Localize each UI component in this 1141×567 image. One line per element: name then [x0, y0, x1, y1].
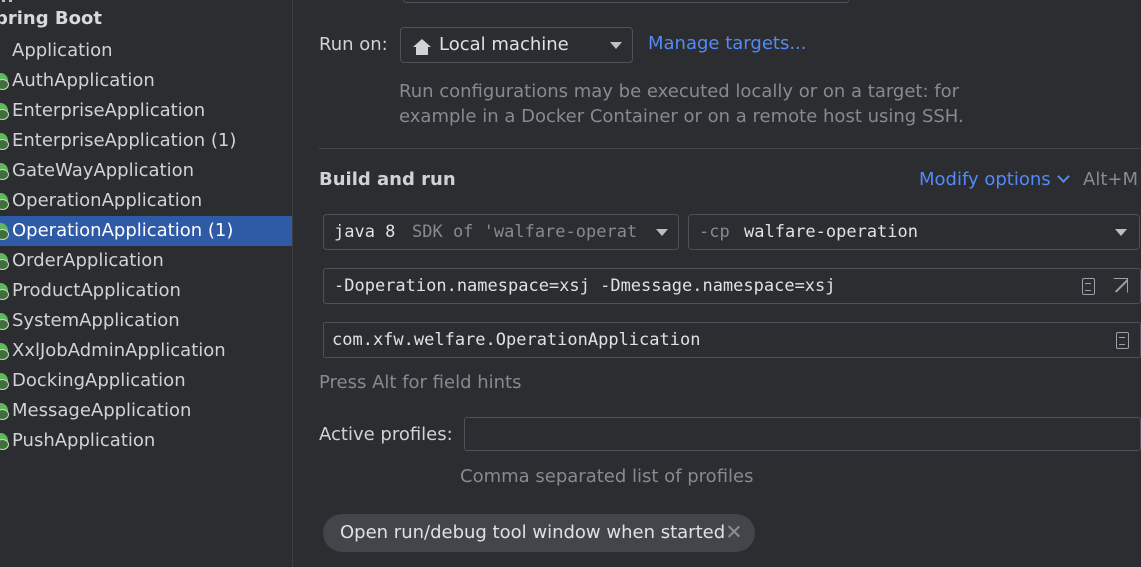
document-icon[interactable] — [1082, 278, 1095, 295]
tree-item-enterprise-application-1[interactable]: EnterpriseApplication (1) — [0, 126, 292, 156]
tree-item-label: OrderApplication — [12, 250, 164, 271]
main-class-field[interactable]: com.xfw.welfare.OperationApplication — [323, 322, 1141, 358]
spring-boot-icon — [0, 193, 9, 210]
tree-item-label: ProductApplication — [12, 280, 181, 301]
tree-item-label: PushApplication — [12, 430, 156, 451]
spring-boot-icon — [0, 133, 9, 150]
spring-boot-icon — [0, 403, 9, 420]
tree-item-docking-application[interactable]: DockingApplication — [0, 366, 292, 396]
modify-options-shortcut: Alt+M — [1083, 169, 1138, 190]
jdk-select[interactable]: java 8 SDK of 'walfare-operat — [323, 214, 679, 250]
spring-boot-icon — [0, 103, 9, 120]
tree-item-label: Application — [12, 40, 113, 61]
chip-label: Open run/debug tool window when started — [340, 522, 726, 543]
close-icon[interactable] — [727, 524, 741, 538]
spring-boot-icon — [0, 433, 9, 450]
tree-item-enterprise-application[interactable]: EnterpriseApplication — [0, 96, 292, 126]
tree-group-spring-boot[interactable]: pring Boot — [0, 8, 102, 29]
modify-options-label: Modify options — [919, 169, 1051, 190]
jdk-detail: SDK of 'walfare-operat — [412, 222, 638, 242]
document-icon[interactable] — [1116, 332, 1129, 349]
tree-item-product-application[interactable]: ProductApplication — [0, 276, 292, 306]
tree-item-message-application[interactable]: MessageApplication — [0, 396, 292, 426]
run-on-value: Local machine — [439, 34, 569, 55]
spring-boot-icon — [0, 73, 9, 90]
spring-boot-icon — [0, 253, 9, 270]
home-icon — [413, 39, 431, 55]
tree-item-label: AuthApplication — [12, 70, 155, 91]
tree-item-label: GateWayApplication — [12, 160, 195, 181]
run-on-hint-line2: example in a Docker Container or on a re… — [399, 106, 964, 127]
tree-item-application[interactable]: Application — [0, 36, 292, 66]
chevron-down-icon — [1115, 229, 1127, 236]
chevron-down-icon — [656, 229, 668, 236]
run-on-hint-line1: Run configurations may be executed local… — [399, 81, 960, 102]
spring-boot-icon — [0, 283, 9, 300]
build-run-title: Build and run — [319, 169, 456, 190]
tree-node-cut-off — [0, 0, 20, 4]
tree-item-order-application[interactable]: OrderApplication — [0, 246, 292, 276]
tree-item-label: EnterpriseApplication (1) — [12, 130, 237, 151]
run-config-tree: pring Boot Application AuthApplication E… — [0, 0, 293, 567]
chevron-down-icon — [1056, 170, 1070, 183]
tree-item-operation-application[interactable]: OperationApplication — [0, 186, 292, 216]
tree-item-system-application[interactable]: SystemApplication — [0, 306, 292, 336]
open-tool-window-chip[interactable]: Open run/debug tool window when started — [323, 514, 755, 552]
vm-options-value: -Doperation.namespace=xsj -Dmessage.name… — [334, 276, 836, 296]
section-divider — [319, 148, 1141, 149]
main-class-value: com.xfw.welfare.OperationApplication — [332, 330, 701, 350]
active-profiles-label: Active profiles: — [319, 424, 453, 445]
name-field-edge[interactable] — [403, 0, 849, 3]
jdk-version: java 8 — [334, 222, 396, 242]
tree-item-gateway-application[interactable]: GateWayApplication — [0, 156, 292, 186]
field-hints-note: Press Alt for field hints — [319, 372, 522, 393]
expand-icon[interactable] — [1112, 277, 1130, 295]
spring-boot-icon — [0, 343, 9, 360]
tree-item-label: OperationApplication — [12, 190, 203, 211]
tree-item-xxljob-admin-application[interactable]: XxlJobAdminApplication — [0, 336, 292, 366]
tree-item-operation-application-1[interactable]: OperationApplication (1) — [0, 216, 292, 246]
tree-item-auth-application[interactable]: AuthApplication — [0, 66, 292, 96]
classpath-module-select[interactable]: -cp walfare-operation — [688, 214, 1140, 250]
spring-boot-icon — [0, 373, 9, 390]
tree-item-label: XxlJobAdminApplication — [12, 340, 226, 361]
vm-options-field[interactable]: -Doperation.namespace=xsj -Dmessage.name… — [323, 268, 1141, 304]
cp-module: walfare-operation — [744, 222, 918, 242]
tree-item-label: OperationApplication (1) — [12, 220, 234, 241]
active-profiles-hint: Comma separated list of profiles — [460, 466, 754, 487]
active-profiles-input[interactable] — [464, 417, 1141, 451]
tree-item-push-application[interactable]: PushApplication — [0, 426, 292, 456]
run-config-editor: Run on: Local machine Manage targets... … — [293, 0, 1141, 567]
cp-flag: -cp — [699, 222, 730, 242]
spring-boot-icon — [0, 223, 9, 240]
tree-item-label: EnterpriseApplication — [12, 100, 206, 121]
manage-targets-link[interactable]: Manage targets... — [648, 33, 807, 54]
run-on-label: Run on: — [319, 34, 388, 55]
tree-item-label: SystemApplication — [12, 310, 180, 331]
spring-boot-icon — [0, 313, 9, 330]
tree-item-label: MessageApplication — [12, 400, 192, 421]
run-on-select[interactable]: Local machine — [400, 27, 633, 63]
chevron-down-icon — [610, 42, 622, 49]
modify-options-button[interactable]: Modify options — [919, 169, 1070, 190]
tree-item-label: DockingApplication — [12, 370, 186, 391]
spring-boot-icon — [0, 163, 9, 180]
